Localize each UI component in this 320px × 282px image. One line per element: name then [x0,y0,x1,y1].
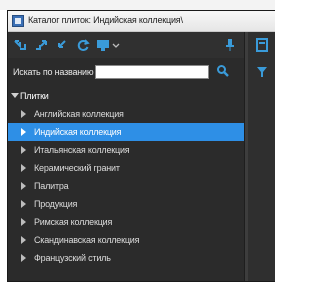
tree-item-english[interactable]: Английская коллекция [8,105,244,123]
tree-item-label: Английская коллекция [34,109,124,119]
background-strip [0,0,275,10]
chevron-down-icon[interactable] [112,38,120,52]
title-bar[interactable]: Каталог плиток: Индийская коллекция\ [8,11,275,32]
tree-item-label: Палитра [34,181,69,191]
collapsed-arrow-icon[interactable] [21,254,26,262]
tree-item-label: Итальянская коллекция [34,145,130,155]
catalog-app-icon [12,15,24,27]
collapsed-arrow-icon[interactable] [21,236,26,244]
collapsed-arrow-icon[interactable] [21,218,26,226]
search-icon[interactable] [216,64,230,78]
expanded-arrow-icon[interactable] [11,93,19,98]
collapsed-arrow-icon[interactable] [21,146,26,154]
collapsed-arrow-icon[interactable] [21,200,26,208]
collapsed-arrow-icon[interactable] [21,128,26,136]
refresh-icon[interactable] [76,38,90,52]
right-panel [248,32,275,281]
panel-icon[interactable] [256,38,268,57]
tree-item-french[interactable]: Французский стиль [8,249,244,267]
tree-root-item[interactable]: Плитки [8,87,244,105]
pin-icon[interactable] [225,38,235,52]
tree-item-scandinavian[interactable]: Скандинавская коллекция [8,231,244,249]
tree-item-indian[interactable]: Индийская коллекция [8,123,244,141]
search-label: Искать по названию [13,67,94,77]
search-row: Искать по названию [8,58,275,86]
view-options-icon[interactable] [96,38,110,52]
search-input[interactable] [95,65,209,79]
catalog-tree: Плитки Английская коллекция Индийская ко… [8,86,244,281]
tree-item-label: Продукция [34,199,78,209]
toolbar [8,32,275,58]
tree-item-italian[interactable]: Итальянская коллекция [8,141,244,159]
window-title: Каталог плиток: Индийская коллекция\ [28,15,183,25]
collapse-all-icon[interactable] [34,38,48,52]
catalog-window: Каталог плиток: Индийская коллекция\ Иск… [7,10,275,282]
collapsed-arrow-icon[interactable] [21,182,26,190]
filter-icon[interactable] [256,65,268,84]
tree-item-label: Скандинавская коллекция [34,235,140,245]
collapsed-arrow-icon[interactable] [21,110,26,118]
tree-item-label: Керамический гранит [34,163,120,173]
tree-item-products[interactable]: Продукция [8,195,244,213]
tree-item-label: Французский стиль [34,253,111,263]
tree-item-label: Римская коллекция [34,217,113,227]
tree-item-ceramic-granite[interactable]: Керамический гранит [8,159,244,177]
tree-item-label: Плитки [20,91,49,101]
tree-item-label: Индийская коллекция [34,127,122,137]
collapse-branch-icon[interactable] [54,38,68,52]
tree-item-roman[interactable]: Римская коллекция [8,213,244,231]
expand-all-icon[interactable] [13,38,27,52]
collapsed-arrow-icon[interactable] [21,164,26,172]
tree-item-palette[interactable]: Палитра [8,177,244,195]
